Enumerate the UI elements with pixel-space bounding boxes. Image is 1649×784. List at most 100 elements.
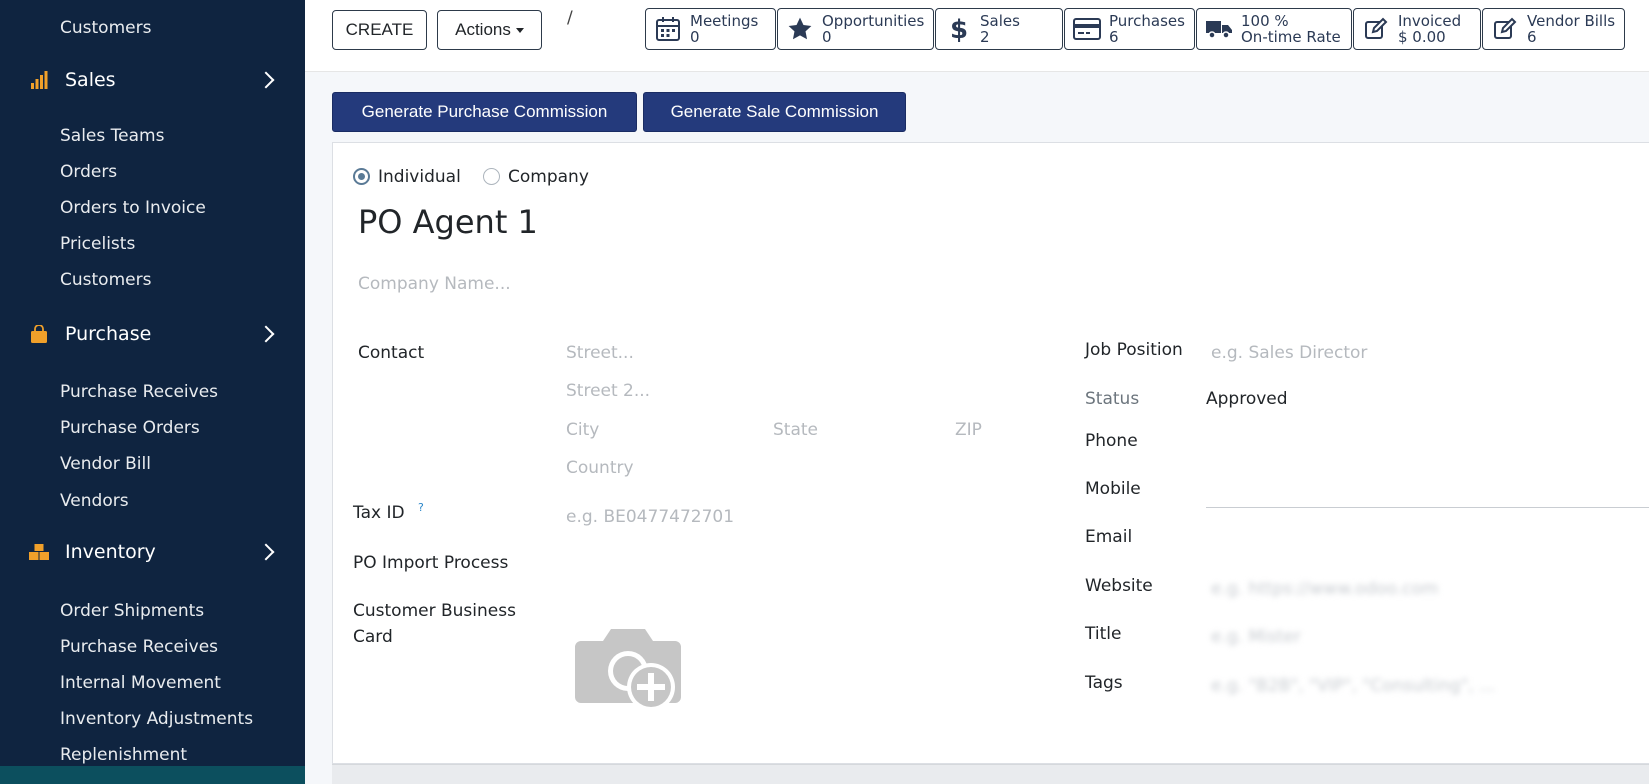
tax-id-label: Tax ID [353,503,405,523]
control-panel: CREATE Actions / Meetings 0 Opportunities… [305,0,1649,72]
status-label: Status [1085,389,1140,409]
sidebar-item-sales-teams[interactable]: Sales Teams [60,126,164,146]
main-content: CREATE Actions / Meetings 0 Opportunities… [305,0,1649,784]
sidebar-group-label: Sales [65,69,116,91]
po-import-process-label: PO Import Process [353,553,509,573]
smart-label: Vendor Bills [1527,12,1616,30]
sidebar-item-customers-top[interactable]: Customers [60,18,151,38]
smart-label: Sales [980,12,1020,30]
credit-card-icon [1073,15,1101,43]
website-input[interactable]: e.g. https://www.odoo.com [1211,579,1438,599]
smart-button-on-time-rate[interactable]: 100 % On-time Rate [1196,8,1352,50]
smart-value: $ 0.00 [1398,28,1446,46]
caret-down-icon [515,27,524,33]
state-input[interactable]: State [773,420,818,440]
chevron-right-icon [257,325,275,343]
sidebar-item-pricelists[interactable]: Pricelists [60,234,135,254]
tax-id-help-icon[interactable]: ? [418,501,424,514]
sidebar-item-purchase-orders[interactable]: Purchase Orders [60,418,200,438]
business-card-label: Customer Business [353,601,516,621]
smart-value: 2 [980,28,990,46]
email-label: Email [1085,527,1133,547]
smart-label: Opportunities [822,12,925,30]
partner-name-field[interactable]: PO Agent 1 [358,203,538,241]
contact-label: Contact [358,343,425,363]
actions-dropdown-button[interactable]: Actions [437,10,542,50]
sidebar-item-replenishment[interactable]: Replenishment [60,745,187,765]
smart-label: 100 % [1241,12,1289,30]
sidebar-item-order-shipments[interactable]: Order Shipments [60,601,204,621]
edit-icon [1362,15,1390,43]
job-position-input[interactable]: e.g. Sales Director [1211,343,1367,363]
truck-icon [1205,15,1233,43]
smart-button-purchases[interactable]: Purchases 6 [1064,8,1195,50]
sidebar-item-inventory-adjustments[interactable]: Inventory Adjustments [60,709,253,729]
smart-value: 6 [1109,28,1119,46]
bar-chart-icon [28,69,50,91]
sidebar-group-sales[interactable]: Sales [28,63,278,97]
mobile-input[interactable] [1206,507,1649,508]
radio-company[interactable] [483,168,500,185]
website-label: Website [1085,576,1153,596]
sidebar-item-internal-movement[interactable]: Internal Movement [60,673,221,693]
svg-text:$: $ [950,15,968,43]
sidebar-item-orders-to-invoice[interactable]: Orders to Invoice [60,198,206,218]
radio-company-label[interactable]: Company [508,167,589,187]
smart-label: Invoiced [1398,12,1462,30]
smart-value: 0 [690,28,700,46]
tax-id-input[interactable]: e.g. BE0477472701 [566,507,734,527]
breadcrumb-separator: / [567,8,573,28]
mobile-label: Mobile [1085,479,1141,499]
smart-value: 0 [822,28,832,46]
star-icon [786,15,814,43]
calendar-icon [654,15,682,43]
sidebar-group-label: Purchase [65,323,152,345]
smart-button-vendor-bills[interactable]: Vendor Bills 6 [1482,8,1625,50]
radio-individual-label[interactable]: Individual [378,167,461,187]
sidebar-item-vendors[interactable]: Vendors [60,491,129,511]
city-input[interactable]: City [566,420,599,440]
actions-label: Actions [455,20,511,39]
smart-button-opportunities[interactable]: Opportunities 0 [777,8,934,50]
smart-label: Purchases [1109,12,1185,30]
sidebar-item-orders[interactable]: Orders [60,162,117,182]
sidebar: Customers Sales Sales Teams Orders Order… [0,0,314,784]
smart-button-sales[interactable]: $ Sales 2 [935,8,1063,50]
zip-input[interactable]: ZIP [955,420,982,440]
job-position-label: Job Position [1085,340,1183,360]
sidebar-item-purchase-receives-inv[interactable]: Purchase Receives [60,637,218,657]
sidebar-group-inventory[interactable]: Inventory [28,535,278,569]
generate-sale-commission-button[interactable]: Generate Sale Commission [643,92,906,132]
create-button[interactable]: CREATE [332,10,427,50]
title-input[interactable]: e.g. Mister [1211,627,1301,647]
sidebar-item-customers[interactable]: Customers [60,270,151,290]
street-input[interactable]: Street... [566,343,634,363]
sidebar-group-label: Inventory [65,541,156,563]
radio-individual[interactable] [353,168,370,185]
chevron-right-icon [257,543,275,561]
sidebar-group-purchase[interactable]: Purchase [28,317,278,351]
phone-label: Phone [1085,431,1138,451]
title-label: Title [1085,624,1122,644]
generate-purchase-commission-button[interactable]: Generate Purchase Commission [332,92,637,132]
dollar-icon: $ [944,15,972,43]
shopping-bag-icon [28,323,50,345]
smart-label: Meetings [690,12,759,30]
tags-label: Tags [1085,673,1123,693]
tags-input[interactable]: e.g. "B2B", "VIP", "Consulting", ... [1211,676,1495,696]
smart-value: On-time Rate [1241,28,1341,46]
boxes-icon [28,541,50,563]
country-input[interactable]: Country [566,458,634,478]
smart-button-invoiced[interactable]: Invoiced $ 0.00 [1353,8,1481,50]
camera-plus-icon[interactable] [573,621,683,717]
sidebar-footer-strip [0,766,314,784]
company-name-input[interactable]: Company Name... [358,274,511,294]
street2-input[interactable]: Street 2... [566,381,650,401]
smart-button-meetings[interactable]: Meetings 0 [645,8,776,50]
edit-icon [1491,15,1519,43]
sidebar-item-purchase-receives[interactable]: Purchase Receives [60,382,218,402]
business-card-label-2: Card [353,627,393,647]
form-sheet-footer [332,764,1649,784]
sidebar-item-vendor-bill[interactable]: Vendor Bill [60,454,151,474]
smart-value: 6 [1527,28,1537,46]
